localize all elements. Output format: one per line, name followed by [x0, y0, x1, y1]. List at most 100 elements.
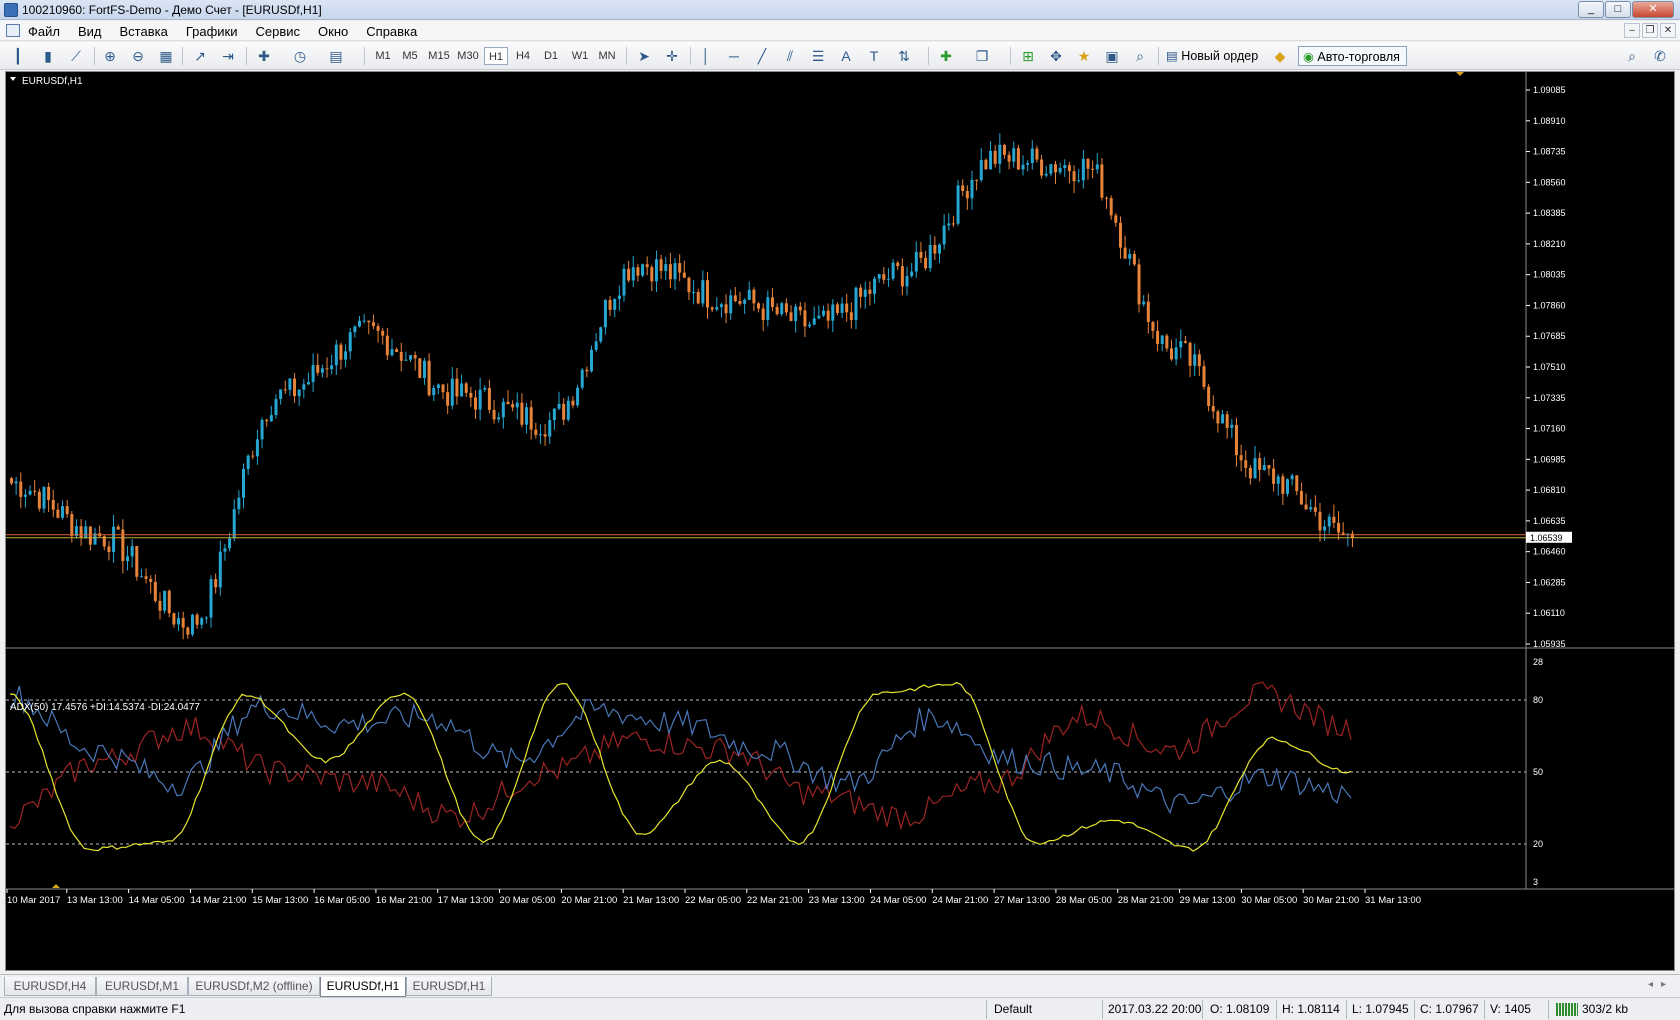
menu-insert[interactable]: Вставка [120, 24, 168, 39]
chart-axes: 1.09085 1.08910 1.08735 1.08560 1.08385 1.082… [6, 72, 1572, 906]
trendline-button[interactable]: ╱ [752, 46, 772, 66]
bear-candle [1156, 330, 1160, 344]
chat-button[interactable]: ✆ [1650, 46, 1670, 66]
tab-eurusdf-h4[interactable]: EURUSDf,H4 [4, 977, 96, 996]
new-chart-button[interactable]: ✚ [936, 46, 956, 66]
tile-windows-button[interactable]: ▦ [156, 46, 176, 66]
menu-window[interactable]: Окно [318, 24, 348, 39]
fibo-button[interactable]: ☰ [808, 46, 828, 66]
bear-candle [738, 301, 742, 304]
bear-candle [678, 263, 682, 273]
bear-candle [1146, 301, 1150, 323]
arrows-button[interactable]: ⇅ [894, 46, 914, 66]
market-watch-button[interactable]: ⊞ [1018, 46, 1038, 66]
tf-h4-button[interactable]: H4 [512, 47, 534, 65]
zoom-out-button[interactable]: ⊖ [128, 46, 148, 66]
text-button[interactable]: A [836, 46, 856, 66]
time-label: 28 Mar 05:00 [1056, 895, 1112, 906]
close-button[interactable]: ✕ [1632, 1, 1674, 18]
chat-icon: ✆ [1654, 47, 1666, 64]
tf-mn-button[interactable]: MN [594, 47, 620, 65]
bear-candle [1197, 354, 1201, 367]
tf-d1-button[interactable]: D1 [540, 47, 562, 65]
new-chart-icon: ✚ [940, 47, 952, 64]
tab-eurusdf-m1[interactable]: EURUSDf,M1 [96, 977, 188, 996]
bull-candle [478, 389, 482, 410]
bull-candle [743, 299, 747, 304]
search-button[interactable]: ⌕ [1622, 46, 1642, 66]
tf-w1-button[interactable]: W1 [568, 47, 592, 65]
profiles-button[interactable]: ❐ [972, 46, 992, 66]
tf-m1-button[interactable]: M1 [372, 47, 394, 65]
bull-candle [269, 415, 273, 422]
chart-window-icon[interactable] [6, 24, 20, 37]
vertical-line-button[interactable]: │ [696, 46, 716, 66]
bull-candle [794, 306, 798, 322]
bear-candle [1202, 366, 1206, 387]
tab-eurusdf-m2-offline[interactable]: EURUSDf,M2 (offline) [188, 977, 320, 996]
tab-eurusdf-h1[interactable]: EURUSDf,H1 [406, 977, 492, 996]
menu-help[interactable]: Справка [366, 24, 417, 39]
candle-chart-button[interactable]: ▮ [38, 46, 58, 66]
bull-candle [548, 420, 552, 437]
bull-candle [432, 388, 436, 396]
new-order-button[interactable]: ▤ Новый ордер [1166, 46, 1258, 66]
maximize-button[interactable]: □ [1605, 1, 1631, 18]
metaeditor-button[interactable]: ◆ [1270, 46, 1290, 66]
chart-shift-button[interactable]: ⇥ [218, 46, 238, 66]
bull-candle [84, 526, 88, 538]
mdi-restore-button[interactable]: ❐ [1642, 23, 1658, 38]
crosshair-button[interactable]: ✛ [662, 46, 682, 66]
tab-eurusdf-h1-active[interactable]: EURUSDf,H1 [320, 977, 406, 997]
chart-menu-triangle-icon[interactable] [10, 77, 16, 81]
cursor-button[interactable]: ➤ [634, 46, 654, 66]
bear-candle [1123, 247, 1127, 259]
bear-candle [19, 481, 23, 497]
navigator-button[interactable]: ✥ [1046, 46, 1066, 66]
bull-candle [641, 264, 645, 276]
templates-button[interactable]: ▤ [326, 46, 346, 66]
menu-file[interactable]: Файл [28, 24, 60, 39]
clock-icon: ◷ [293, 47, 307, 64]
bear-candle [167, 590, 171, 614]
bull-candle [603, 300, 607, 328]
line-chart-button[interactable]: ⟋ [66, 46, 86, 66]
bear-candle [1109, 198, 1113, 216]
bear-candle [70, 513, 74, 537]
tf-m30-button[interactable]: M30 [454, 47, 482, 65]
channel-button[interactable]: ⫽ [780, 46, 800, 66]
bear-candle [47, 486, 51, 500]
bull-candle [358, 320, 361, 327]
chart-window[interactable]: 1.09085 1.08910 1.08735 1.08560 1.08385 1.082… [5, 71, 1675, 971]
favorites-button[interactable]: ★ [1074, 46, 1094, 66]
bear-candle [1114, 215, 1118, 223]
menu-charts[interactable]: Графики [186, 24, 238, 39]
terminal-button[interactable]: ▣ [1102, 46, 1122, 66]
menu-view[interactable]: Вид [78, 24, 102, 39]
autoscroll-button[interactable]: ↗ [190, 46, 210, 66]
mdi-close-button[interactable]: ✕ [1660, 23, 1676, 38]
zoom-in-button[interactable]: ⊕ [100, 46, 120, 66]
tab-scroll-arrows[interactable]: ◂▸ [1648, 979, 1674, 990]
bull-candle [808, 324, 812, 327]
price-label: 1.08035 [1533, 270, 1566, 280]
tester-button[interactable]: ⌕ [1130, 46, 1150, 66]
periods-button[interactable]: ◷ [290, 46, 310, 66]
mdi-minimize-button[interactable]: – [1624, 23, 1640, 38]
indicators-button[interactable]: ✚ [254, 46, 274, 66]
horizontal-line-button[interactable]: ─ [724, 46, 744, 66]
autotrade-button[interactable]: ◉ Авто-торговля [1298, 46, 1407, 66]
bull-candle [1063, 165, 1067, 169]
bull-candle [525, 407, 529, 425]
bar-chart-button[interactable]: ┃ [8, 46, 28, 66]
chart-canvas[interactable]: 1.09085 1.08910 1.08735 1.08560 1.08385 1.082… [6, 72, 1674, 970]
bear-candle [543, 434, 547, 437]
minimize-button[interactable]: _ [1578, 1, 1604, 18]
label-button[interactable]: T [864, 46, 884, 66]
tf-h1-button[interactable]: H1 [484, 47, 508, 65]
tf-m5-button[interactable]: M5 [398, 47, 422, 65]
menu-tools[interactable]: Сервис [256, 24, 301, 39]
tf-m15-button[interactable]: M15 [426, 47, 452, 65]
metaeditor-icon: ◆ [1274, 47, 1286, 64]
bear-candle [1054, 164, 1057, 173]
